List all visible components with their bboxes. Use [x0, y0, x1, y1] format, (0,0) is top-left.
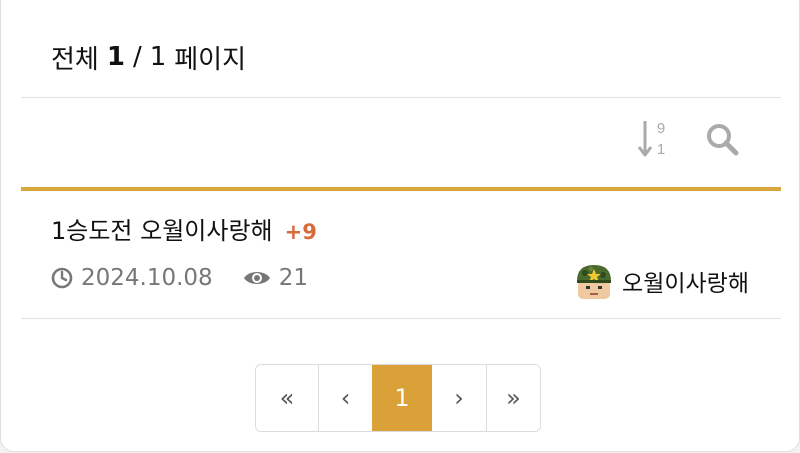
- sort-button[interactable]: 9 1: [637, 119, 671, 159]
- previous-page-button[interactable]: ‹: [318, 365, 372, 431]
- svg-text:9: 9: [657, 120, 665, 137]
- header-divider: [21, 97, 781, 98]
- pagination: « ‹ 1 › »: [255, 364, 541, 432]
- post-meta: 2024.10.08 21: [51, 265, 308, 291]
- search-icon: [707, 124, 739, 156]
- sort-numeric-desc-icon: 9 1: [637, 120, 665, 158]
- post-title[interactable]: 1승도전 오월이사랑해: [51, 211, 273, 246]
- first-page-button[interactable]: «: [256, 365, 318, 431]
- avatar: [577, 265, 612, 299]
- comment-count-badge: +9: [284, 220, 317, 244]
- eye-icon: [243, 268, 271, 288]
- page-header: 전체 1 / 1 페이지: [51, 29, 246, 85]
- svg-text:1: 1: [657, 141, 665, 158]
- clock-icon: [51, 267, 73, 289]
- view-count-value: 21: [278, 265, 308, 291]
- post-author[interactable]: 오월이사랑해: [574, 261, 749, 301]
- author-name[interactable]: 오월이사랑해: [622, 264, 749, 298]
- current-page-button[interactable]: 1: [372, 365, 432, 431]
- last-page-button[interactable]: »: [486, 365, 540, 431]
- post-date: 2024.10.08: [81, 265, 213, 291]
- list-accent-divider: [21, 187, 781, 191]
- next-page-button[interactable]: ›: [432, 365, 486, 431]
- page-unit-label: 페이지: [174, 44, 247, 75]
- view-count: 21: [243, 265, 308, 291]
- page-separator: /: [132, 42, 142, 72]
- current-page-number: 1: [106, 42, 125, 72]
- header-label: 전체: [51, 44, 99, 75]
- board-card: 전체 1 / 1 페이지 9 1 1승도전 오월이사랑해 +9 2024.10.…: [0, 0, 800, 452]
- search-button[interactable]: [705, 119, 739, 159]
- post-title-link[interactable]: 1승도전 오월이사랑해 +9: [51, 211, 317, 246]
- total-pages-number: 1: [149, 42, 167, 72]
- list-bottom-divider: [21, 318, 781, 319]
- toolbar: 9 1: [637, 109, 739, 169]
